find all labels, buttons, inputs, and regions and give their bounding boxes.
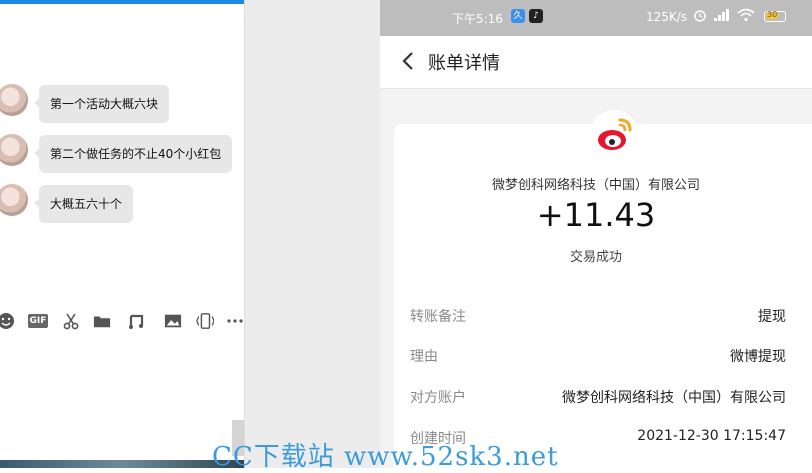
merchant-name: 微梦创科网络科技（中国）有限公司: [491, 178, 700, 193]
shake-icon[interactable]: [196, 312, 214, 330]
background-image-strip: [0, 460, 244, 468]
detail-row-remark: 转账备注 提现: [410, 306, 786, 326]
transaction-amount: +11.43: [536, 196, 656, 234]
back-arrow-icon[interactable]: [398, 50, 420, 72]
chat-top-accent-bar: [0, 0, 244, 4]
row-label: 理由: [410, 349, 438, 365]
battery-level: 30: [767, 10, 778, 19]
alarm-icon: [693, 8, 707, 25]
gif-icon[interactable]: GIF: [28, 314, 48, 328]
bill-detail-card: 微梦创科网络科技（中国）有限公司 +11.43 交易成功 转账备注 提现 理由 …: [394, 110, 812, 468]
message-bubble[interactable]: 第一个活动大概六块: [39, 85, 170, 123]
desktop-background: [244, 0, 381, 468]
row-value: 2021-12-30 17:15:47: [637, 428, 786, 444]
emoji-icon[interactable]: [0, 312, 15, 330]
status-time: 下午5:16: [452, 12, 503, 26]
detail-row-reason: 理由 微博提现: [410, 346, 786, 366]
avatar[interactable]: [0, 134, 28, 166]
signal-icon: [713, 8, 731, 25]
battery-icon: 30: [764, 10, 786, 22]
row-value: 提现: [758, 309, 786, 325]
row-value: 微博提现: [730, 349, 786, 365]
page-title: 账单详情: [428, 53, 500, 74]
chat-toolbar: GIF: [0, 308, 244, 334]
wifi-icon: [737, 8, 755, 25]
avatar[interactable]: [0, 184, 28, 216]
message-bubble[interactable]: 大概五六十个: [39, 185, 134, 223]
row-label: 对方账户: [410, 390, 466, 406]
tiktok-icon: ♪: [529, 9, 543, 23]
notification-app-icon: 久: [511, 9, 525, 23]
row-label: 转账备注: [410, 309, 466, 325]
weibo-logo-icon: [590, 110, 638, 158]
status-bar: 下午5:16 久 ♪ 125K/s 30: [380, 0, 812, 36]
avatar[interactable]: [0, 84, 28, 116]
network-speed: 125K/s: [646, 10, 688, 24]
music-icon[interactable]: [127, 312, 145, 330]
row-value: 微梦创科网络科技（中国）有限公司: [562, 390, 786, 406]
folder-icon[interactable]: [93, 312, 111, 330]
image-icon[interactable]: [164, 312, 182, 330]
phone-screenshot: 下午5:16 久 ♪ 125K/s 30 账单详情 微梦创科网络科技（中国）有限…: [380, 0, 812, 468]
scissors-icon[interactable]: [62, 312, 80, 330]
watermark-text: CC下载站 www.52sk3.net: [212, 442, 559, 472]
more-icon[interactable]: [226, 312, 244, 330]
detail-row-account: 对方账户 微梦创科网络科技（中国）有限公司: [410, 387, 786, 407]
nav-bar: 账单详情: [380, 36, 812, 89]
message-bubble[interactable]: 第二个做任务的不止40个小红包: [39, 135, 233, 173]
chat-panel: 第一个活动大概六块 第二个做任务的不止40个小红包 大概五六十个 GIF: [0, 0, 244, 468]
transaction-status: 交易成功: [569, 250, 622, 265]
